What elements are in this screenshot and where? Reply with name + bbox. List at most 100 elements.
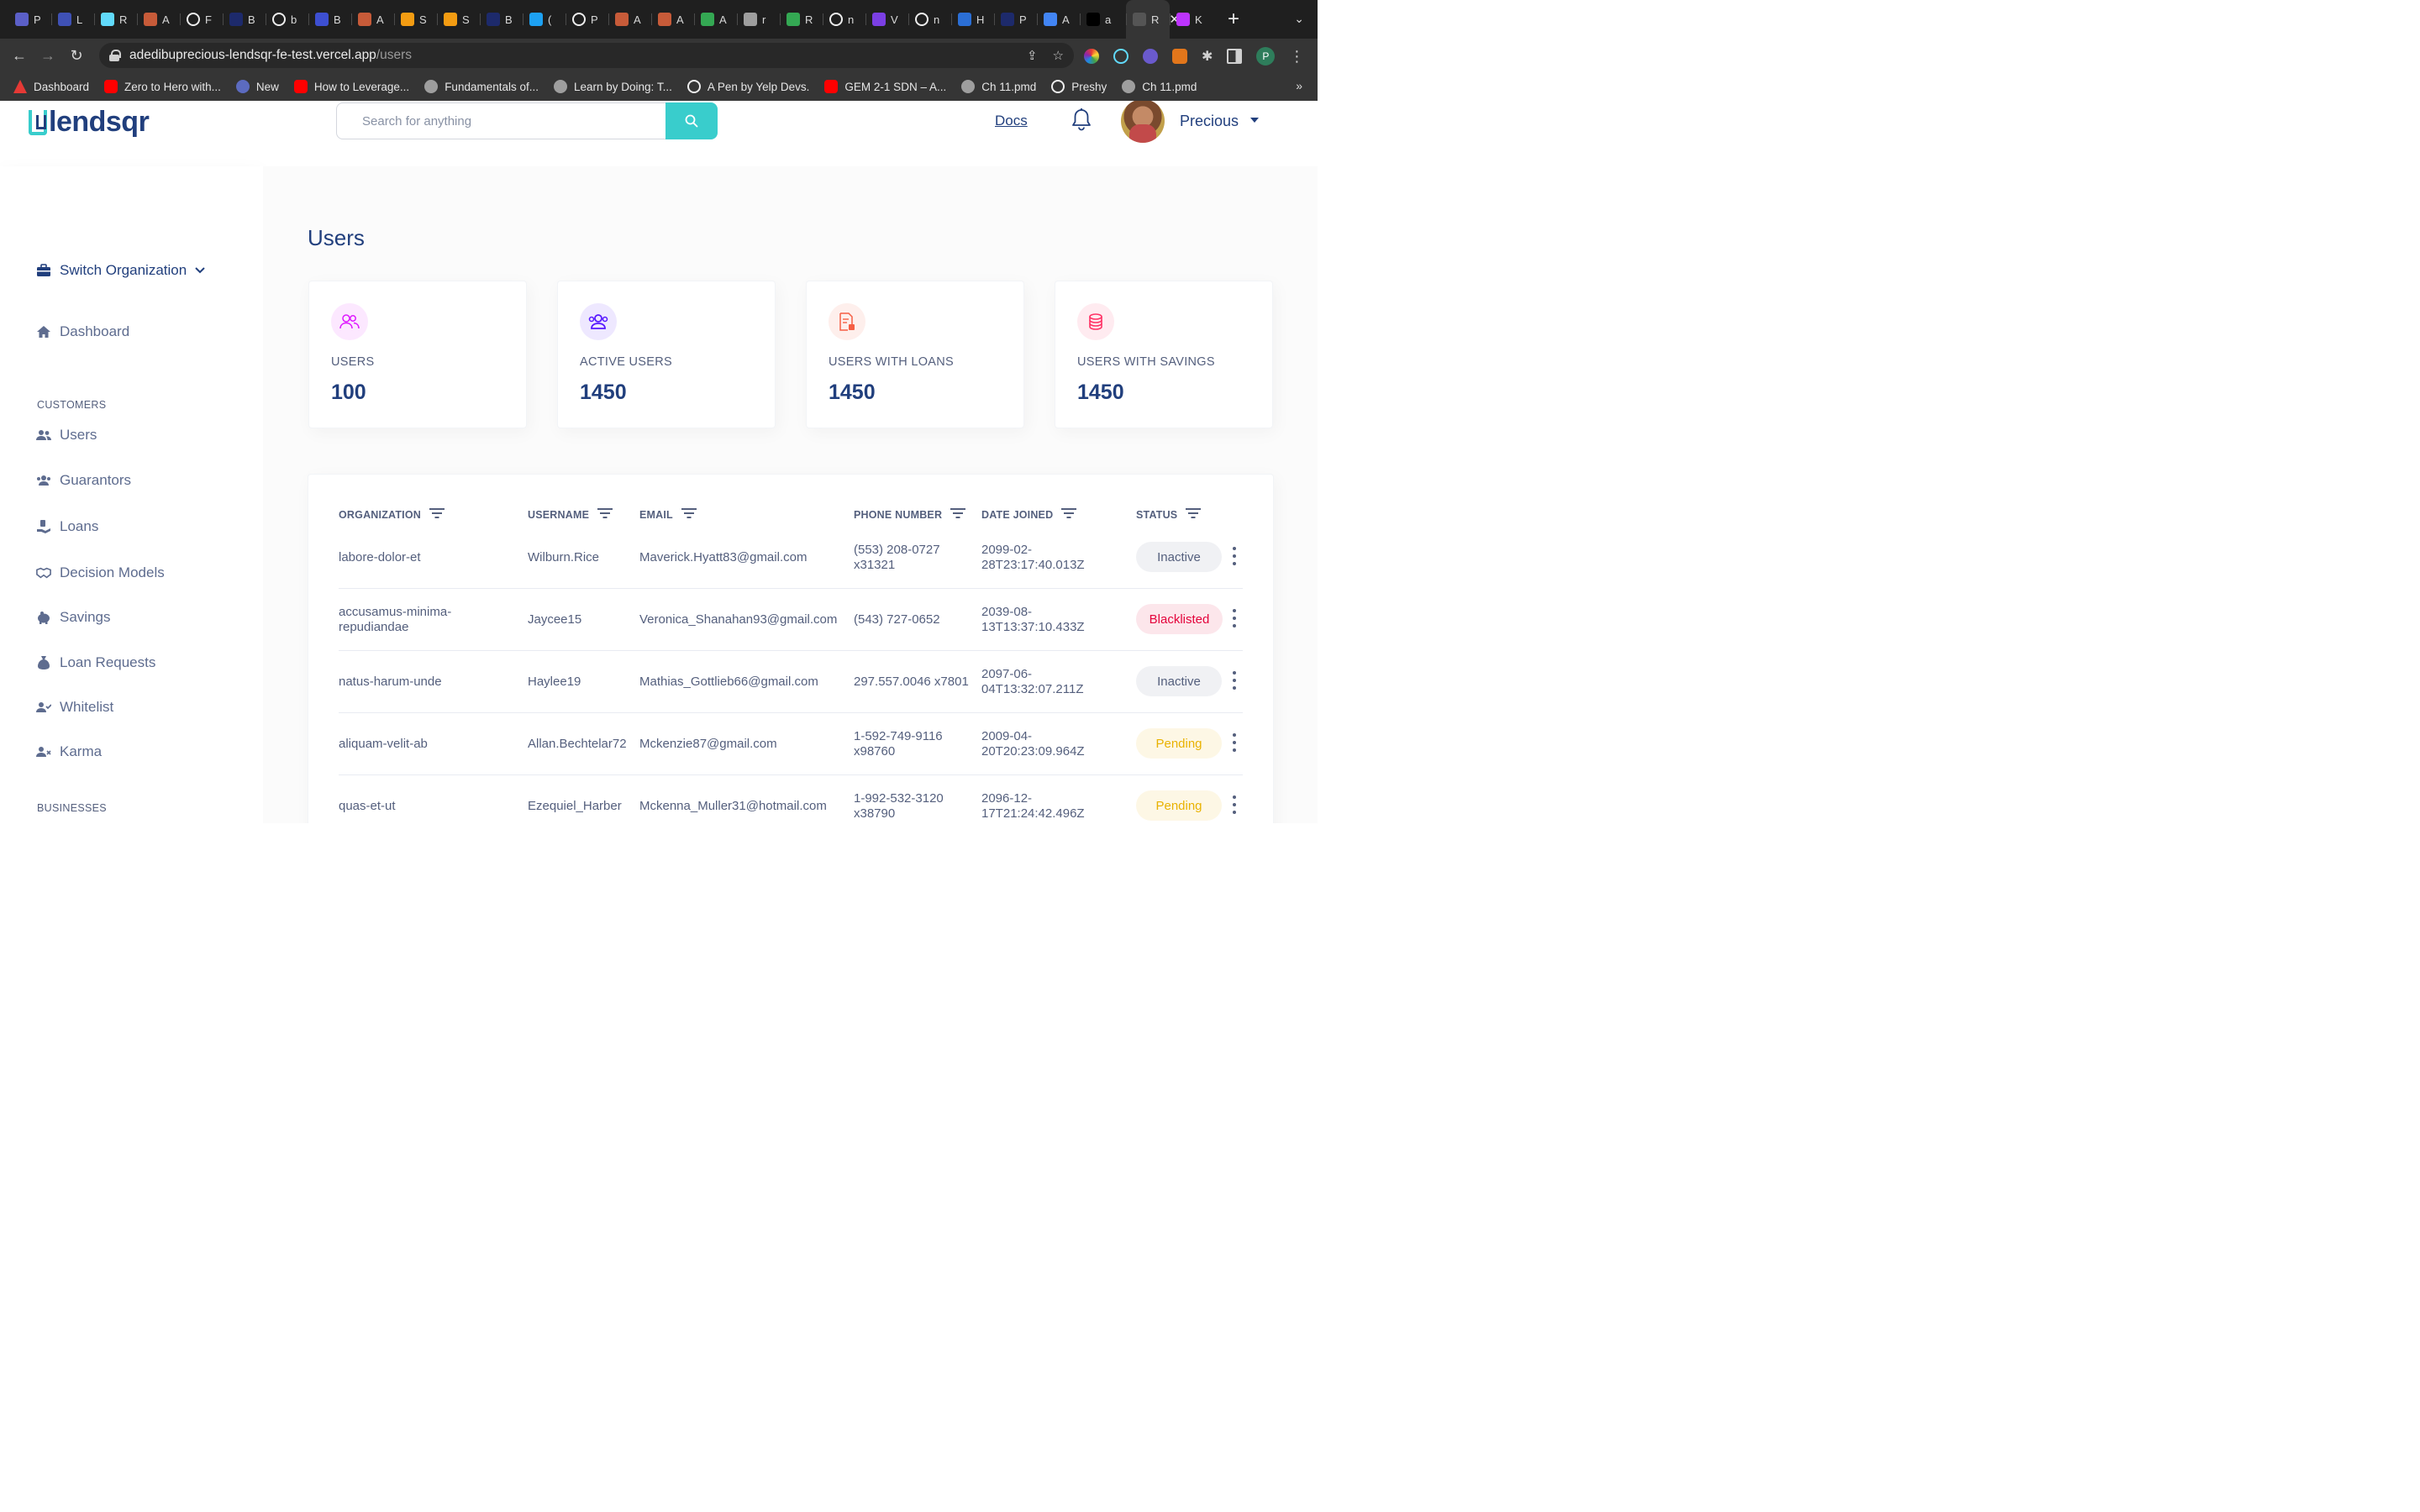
search-bar [336, 102, 718, 139]
side-panel-icon[interactable] [1227, 49, 1243, 64]
search-button[interactable] [666, 102, 718, 139]
bookmark-item[interactable]: Preshy [1051, 80, 1107, 93]
row-actions-menu-icon[interactable] [1230, 609, 1239, 627]
globe-icon [1122, 80, 1136, 93]
browser-tab[interactable]: S [394, 0, 437, 39]
browser-tab[interactable]: P [994, 0, 1037, 39]
browser-tab[interactable]: B [308, 0, 351, 39]
browser-tab[interactable]: B [223, 0, 266, 39]
browser-tab[interactable]: R [94, 0, 137, 39]
bookmark-item[interactable]: A Pen by Yelp Devs. [687, 80, 809, 93]
table-row[interactable]: accusamus-minima-repudiandae Jaycee15 Vero… [339, 589, 1243, 651]
table-row[interactable]: quas-et-ut Ezequiel_Harber Mckenna_Muller3… [339, 775, 1243, 823]
sidebar-item-decision-models[interactable]: Decision Models [36, 564, 165, 581]
row-actions-menu-icon[interactable] [1230, 547, 1239, 565]
table-row[interactable]: natus-harum-unde Haylee19 Mathias_Gottlieb… [339, 651, 1243, 713]
browser-tab[interactable]: V [865, 0, 908, 39]
browser-tab[interactable]: H [951, 0, 994, 39]
browser-tab[interactable]: A [351, 0, 394, 39]
browser-tab[interactable]: A [137, 0, 180, 39]
user-dropdown-caret-icon[interactable] [1250, 118, 1259, 123]
docs-link[interactable]: Docs [995, 113, 1028, 129]
sidebar-item-whitelist[interactable]: Whitelist [36, 699, 113, 716]
bookmark-item[interactable]: Zero to Hero with... [104, 80, 221, 93]
browser-tab[interactable]: a [1080, 0, 1123, 39]
row-actions-menu-icon[interactable] [1230, 671, 1239, 690]
color-extension-icon[interactable] [1084, 49, 1099, 64]
lock-icon[interactable] [109, 50, 121, 61]
browser-tab[interactable]: A [1037, 0, 1080, 39]
browser-tab[interactable]: P [566, 0, 608, 39]
row-actions-menu-icon[interactable] [1230, 733, 1239, 752]
browser-tab[interactable]: A [608, 0, 651, 39]
browser-tab[interactable]: K [1170, 0, 1213, 39]
browser-tab[interactable]: P [8, 0, 51, 39]
browser-tab[interactable]: F [180, 0, 223, 39]
browser-menu-icon[interactable]: ⋮ [1289, 48, 1304, 66]
user-avatar[interactable] [1121, 101, 1165, 143]
filter-icon[interactable] [681, 508, 697, 521]
github-icon [572, 13, 586, 26]
user-name[interactable]: Precious [1180, 113, 1239, 130]
browser-tab-title: R [805, 13, 813, 26]
bookmark-item[interactable]: How to Leverage... [293, 80, 409, 93]
share-icon[interactable]: ⇪ [1027, 48, 1038, 63]
notification-bell-icon[interactable] [1071, 108, 1092, 135]
filter-icon[interactable] [597, 508, 613, 521]
browser-tab[interactable]: n [908, 0, 951, 39]
sidebar-item-loans[interactable]: Loans [36, 518, 98, 535]
table-row[interactable]: labore-dolor-et Wilburn.Rice Maverick.Hyat… [339, 527, 1243, 589]
browser-tab[interactable]: n [823, 0, 865, 39]
bookmarks-more-icon[interactable]: » [1296, 79, 1302, 92]
lendsqr-logo[interactable]: lendsqr [29, 106, 150, 139]
cell-date: 2099-02-28T23:17:40.013Z [981, 543, 1085, 572]
bookmark-item[interactable]: Ch 11.pmd [1122, 80, 1197, 93]
search-input[interactable] [336, 102, 666, 139]
bookmark-item[interactable]: Fundamentals of... [424, 80, 539, 93]
bookmark-item[interactable]: New [235, 80, 279, 93]
bookmark-item[interactable]: Learn by Doing: T... [554, 80, 672, 93]
browser-tab[interactable]: L [51, 0, 94, 39]
profile-avatar[interactable]: P [1256, 47, 1276, 66]
browser-tab[interactable]: R [780, 0, 823, 39]
browser-tab[interactable]: B [480, 0, 523, 39]
sidebar-item-savings[interactable]: Savings [36, 609, 110, 626]
sidebar-item-loan-requests[interactable]: Loan Requests [36, 654, 155, 671]
browser-tab[interactable]: R ✕ [1126, 0, 1180, 39]
sidebar-item-users[interactable]: Users [36, 427, 97, 444]
bird-icon [144, 13, 157, 26]
sidebar-item-label: Decision Models [60, 564, 165, 580]
switch-organization-dropdown[interactable]: Switch Organization [36, 262, 205, 279]
browser-tab[interactable]: A [694, 0, 737, 39]
bookmark-item[interactable]: Ch 11.pmd [961, 80, 1036, 93]
new-tab-icon[interactable]: + [1228, 8, 1239, 31]
bookmark-item[interactable]: Dashboard [13, 80, 89, 93]
back-icon[interactable]: ← [5, 47, 34, 65]
browser-tab-title: P [34, 13, 41, 26]
browser-tab[interactable]: r [737, 0, 780, 39]
tab-search-icon[interactable]: ⌄ [1294, 12, 1304, 26]
metamask-icon[interactable] [1172, 49, 1187, 64]
filter-icon[interactable] [1061, 508, 1077, 521]
browser-tab[interactable]: ( [523, 0, 566, 39]
filter-icon[interactable] [429, 508, 445, 521]
browser-tab[interactable]: b [266, 0, 308, 39]
reload-icon[interactable]: ↻ [62, 47, 91, 65]
browser-tab[interactable]: S [437, 0, 480, 39]
react-devtools-icon[interactable] [1113, 49, 1128, 64]
table-row[interactable]: aliquam-velit-ab Allan.Bechtelar72 Mckenzi… [339, 713, 1243, 775]
extensions-puzzle-icon[interactable]: ✱ [1202, 48, 1213, 65]
filter-icon[interactable] [1186, 508, 1202, 521]
sidebar-item-dashboard[interactable]: Dashboard [36, 323, 129, 340]
filter-icon[interactable] [950, 508, 966, 521]
forward-icon[interactable]: → [34, 47, 62, 65]
bookmark-star-icon[interactable]: ☆ [1053, 48, 1064, 63]
bookmark-item[interactable]: GEM 2-1 SDN – A... [824, 80, 946, 93]
address-bar[interactable]: adedibuprecious-lendsqr-fe-test.vercel.a… [99, 43, 1074, 68]
youtube-icon [293, 80, 308, 93]
extension-purple-icon[interactable] [1143, 49, 1158, 64]
sidebar-item-guarantors[interactable]: Guarantors [36, 472, 131, 489]
browser-tab[interactable]: A [651, 0, 694, 39]
sidebar-item-karma[interactable]: Karma [36, 743, 102, 760]
row-actions-menu-icon[interactable] [1230, 795, 1239, 814]
